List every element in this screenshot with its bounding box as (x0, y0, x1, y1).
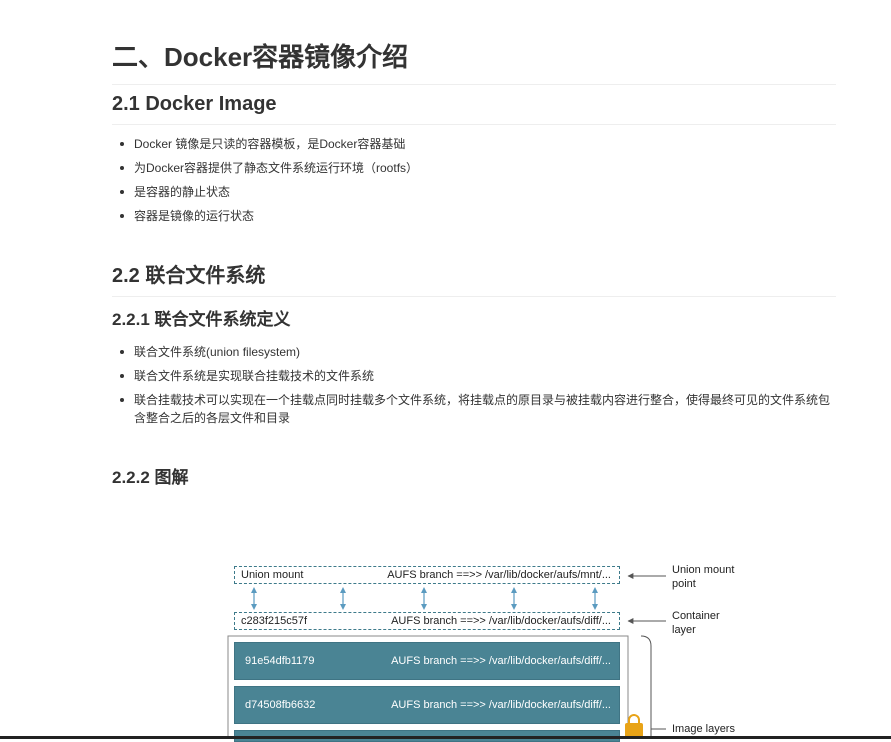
page-title: 二、Docker容器镜像介绍 (112, 40, 836, 85)
section-2-2-1-heading: 2.2.1 联合文件系统定义 (112, 310, 291, 329)
image-layers-bracket (640, 635, 652, 739)
container-branch: AUFS branch ==>> /var/lib/docker/aufs/di… (391, 615, 611, 627)
section-2-2-2-heading: 2.2.2 图解 (112, 468, 189, 487)
section-2-2-heading: 2.2 联合文件系统 (112, 262, 836, 297)
list-item: Docker 镜像是只读的容器模板，是Docker容器基础 (120, 135, 836, 153)
union-mount-box: Union mount AUFS branch ==>> /var/lib/do… (234, 566, 620, 584)
section-2-1-list: Docker 镜像是只读的容器模板，是Docker容器基础 为Docker容器提… (112, 135, 836, 231)
callout-container-layer: Container layer (672, 610, 720, 636)
image-layer-1: 91e54dfb1179 AUFS branch ==>> /var/lib/d… (234, 642, 620, 680)
layer-branch: AUFS branch ==>> /var/lib/docker/aufs/di… (391, 699, 611, 711)
layer-branch: AUFS branch ==>> /var/lib/docker/aufs/di… (391, 655, 611, 667)
list-item: 联合文件系统(union filesystem) (120, 343, 836, 361)
layer-id: d74508fb6632 (245, 699, 316, 711)
image-layer-2: d74508fb6632 AUFS branch ==>> /var/lib/d… (234, 686, 620, 724)
list-item: 是容器的静止状态 (120, 183, 836, 201)
section-2-1-heading: 2.1 Docker Image (112, 90, 836, 125)
callout-union-mount-point: Union mount point (672, 564, 735, 590)
section-2-2-1-list: 联合文件系统(union filesystem) 联合文件系统是实现联合挂载技术… (112, 343, 836, 433)
list-item: 联合文件系统是实现联合挂载技术的文件系统 (120, 367, 836, 385)
container-id: c283f215c57f (241, 615, 308, 627)
union-mount-label: Union mount (241, 569, 304, 581)
list-item: 联合挂载技术可以实现在一个挂载点同时挂载多个文件系统，将挂载点的原目录与被挂载内… (120, 391, 836, 427)
layer-id: 91e54dfb1179 (245, 655, 315, 667)
container-layer-box: c283f215c57f AUFS branch ==>> /var/lib/d… (234, 612, 620, 630)
callout-image-layers: Image layers (672, 723, 735, 735)
list-item: 容器是镜像的运行状态 (120, 207, 836, 225)
union-mount-branch: AUFS branch ==>> /var/lib/docker/aufs/mn… (387, 569, 611, 581)
list-item: 为Docker容器提供了静态文件系统运行环境（rootfs） (120, 159, 836, 177)
